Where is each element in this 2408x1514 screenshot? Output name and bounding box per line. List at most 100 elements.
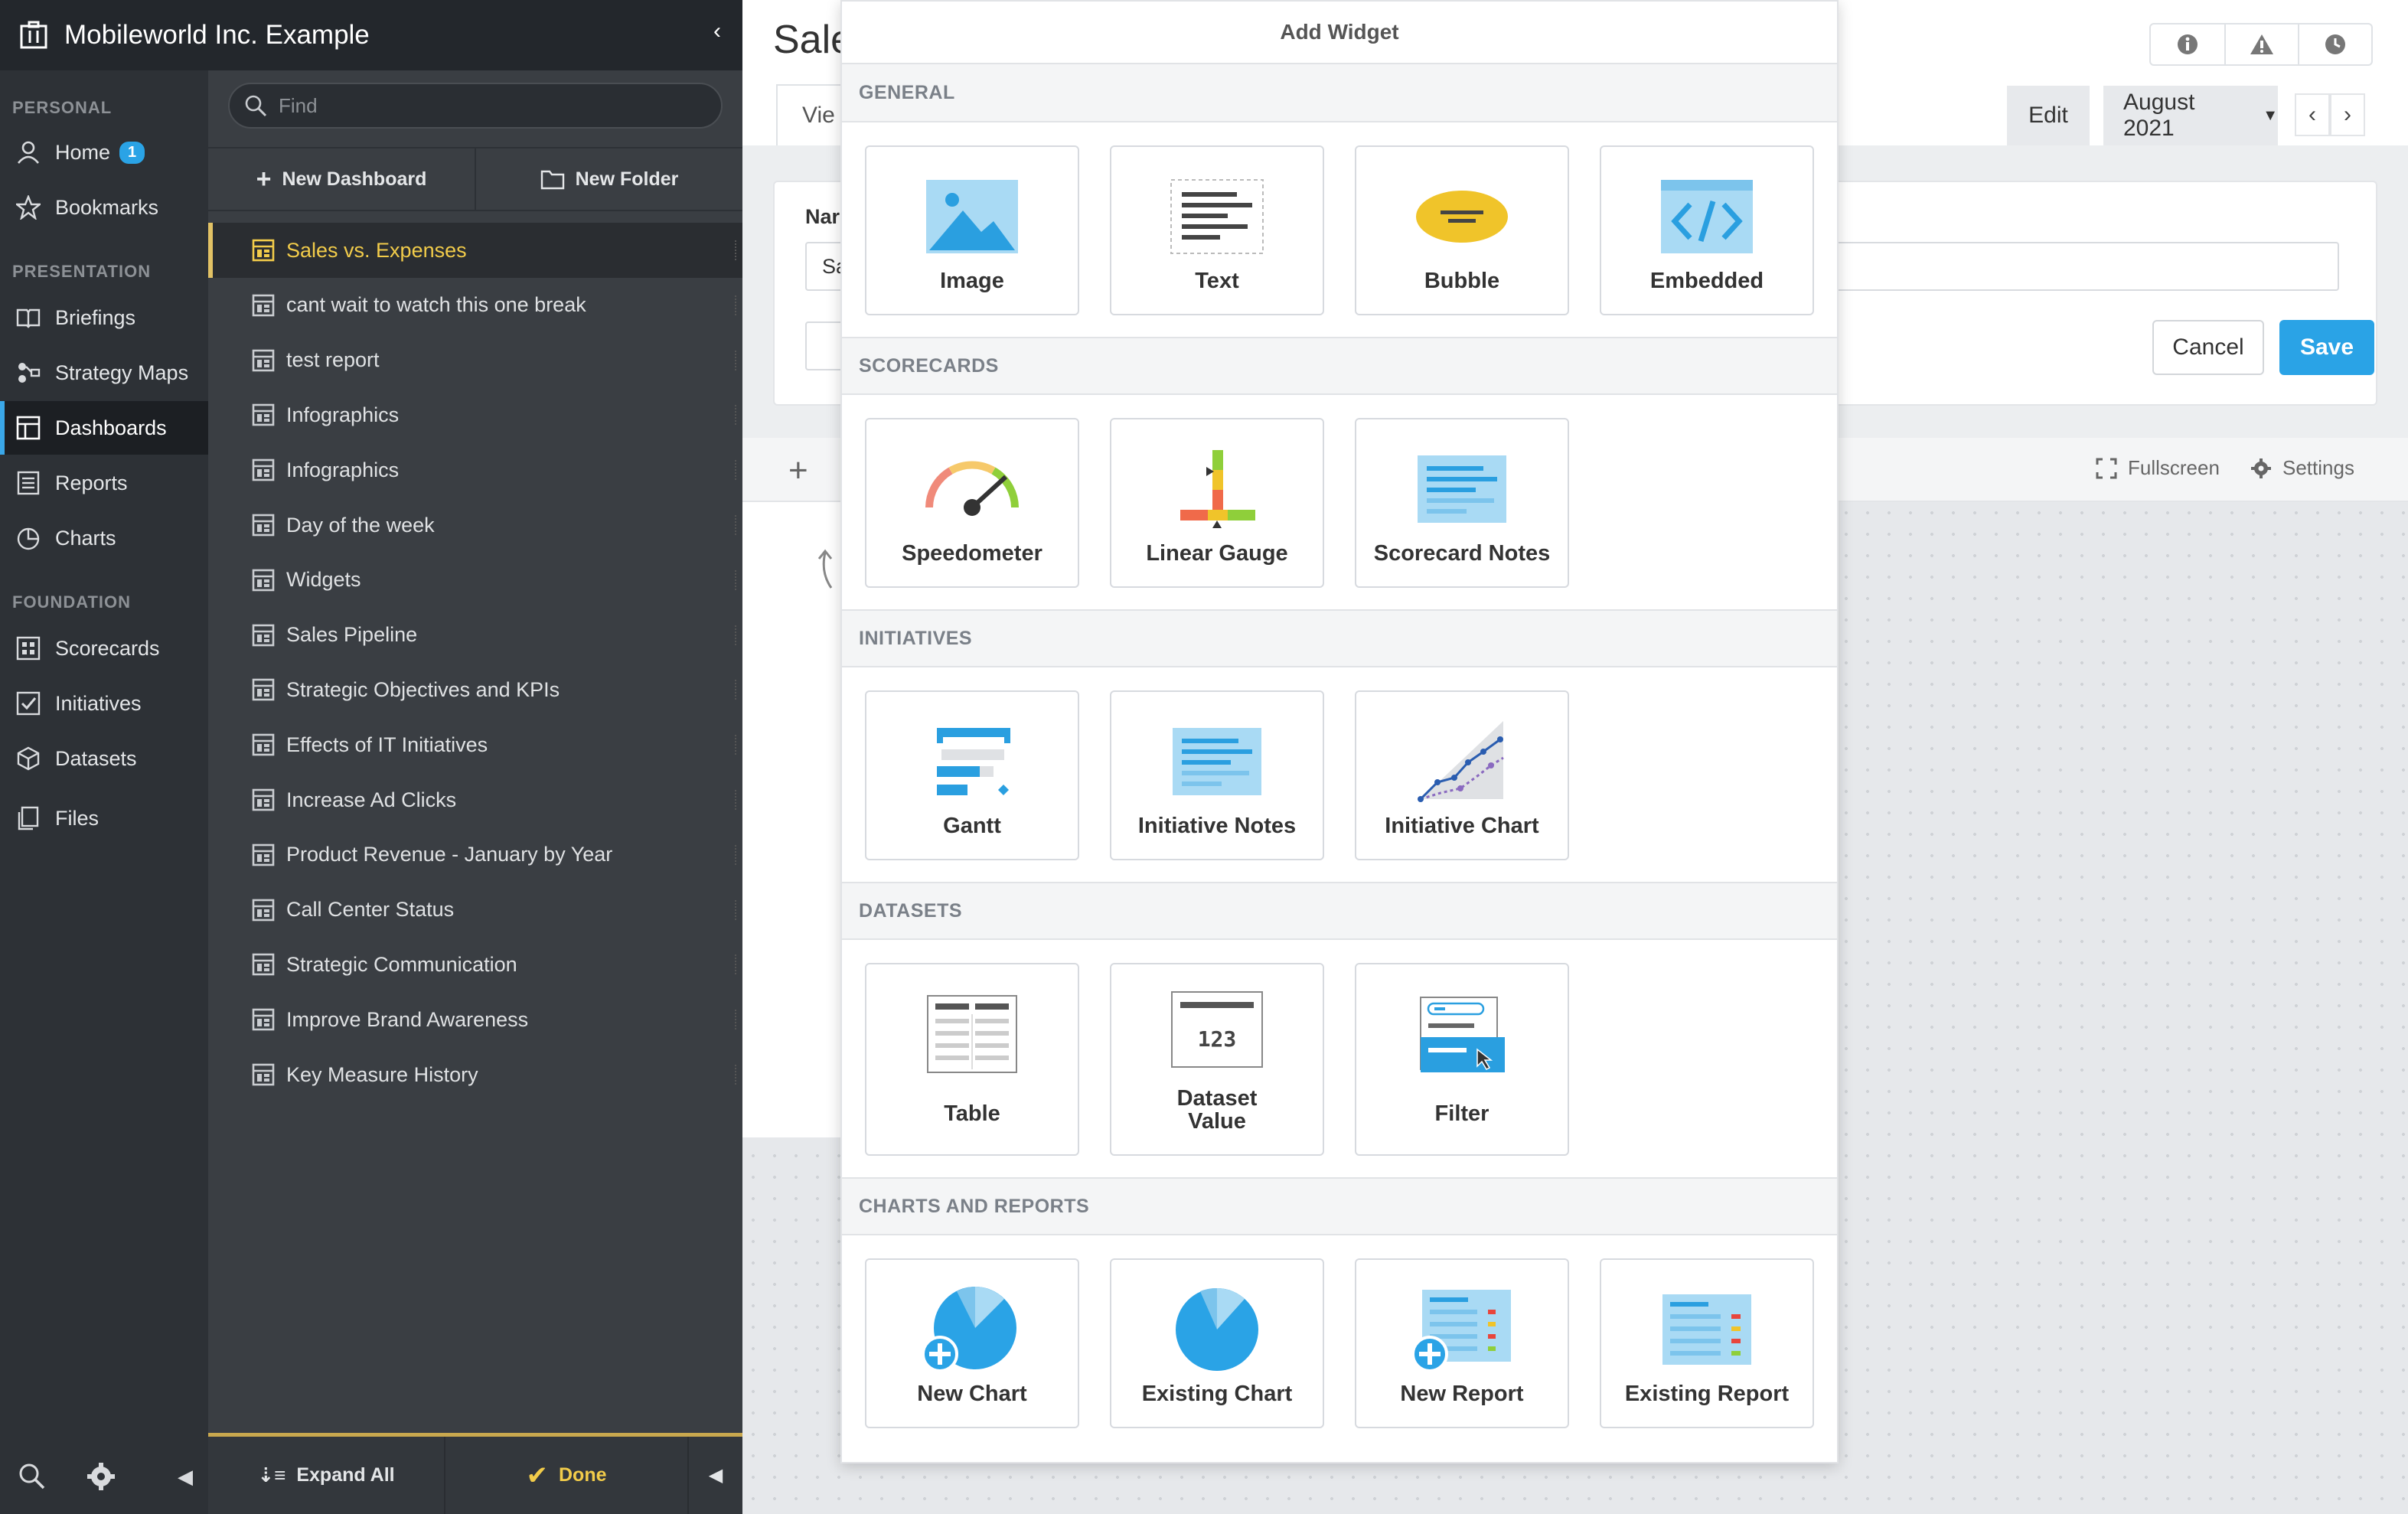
widget-tile-gantt[interactable]: Gantt [865, 690, 1079, 860]
widget-tile-embedded[interactable]: Embedded [1600, 145, 1814, 315]
fullscreen-button[interactable]: Fullscreen [2096, 456, 2220, 480]
dashboard-item[interactable]: Improve Brand Awareness [208, 992, 742, 1047]
nav-item-files[interactable]: Files [0, 791, 208, 845]
widget-tile-bubble[interactable]: Bubble [1355, 145, 1569, 315]
nav-item-initiatives[interactable]: Initiatives [0, 677, 208, 730]
drag-handle[interactable] [735, 1065, 739, 1085]
widget-tile-linear-gauge[interactable]: Linear Gauge [1110, 418, 1324, 588]
drag-handle[interactable] [735, 405, 739, 426]
widget-tile-new-report[interactable]: New Report [1355, 1258, 1569, 1428]
drag-handle[interactable] [735, 515, 739, 535]
fullscreen-icon [2096, 458, 2117, 478]
drag-handle[interactable] [735, 240, 739, 260]
dashboard-item[interactable]: Key Measure History [208, 1047, 742, 1102]
tab-edit[interactable]: Edit [2007, 86, 2090, 145]
collapse-nav-icon[interactable]: ◀ [178, 1465, 193, 1489]
widget-tile-existing-report[interactable]: Existing Report [1600, 1258, 1814, 1428]
dashboard-item[interactable]: Widgets [208, 553, 742, 608]
widget-tile-existing-chart[interactable]: Existing Chart [1110, 1258, 1324, 1428]
panel-footer: ⇣≡ Expand All ✔ Done ◀ [208, 1433, 742, 1514]
drag-handle[interactable] [735, 844, 739, 865]
drag-handle[interactable] [735, 899, 739, 920]
dashboard-item[interactable]: Strategic Objectives and KPIs [208, 662, 742, 717]
new-dashboard-button[interactable]: + New Dashboard [208, 148, 475, 210]
alert-button[interactable] [2224, 24, 2298, 64]
dashboard-item[interactable]: Effects of IT Initiatives [208, 717, 742, 772]
dashboard-item[interactable]: Infographics [208, 387, 742, 442]
dashboard-item[interactable]: Call Center Status [208, 883, 742, 938]
notes-icon [1173, 728, 1261, 795]
dashboard-item[interactable]: Sales Pipeline [208, 608, 742, 663]
done-label: Done [559, 1464, 607, 1486]
history-button[interactable] [2298, 24, 2371, 64]
bubble-icon [1416, 191, 1508, 243]
tile-label: New Report [1400, 1382, 1524, 1406]
info-button[interactable] [2151, 24, 2224, 64]
widget-tile-new-chart[interactable]: New Chart [865, 1258, 1079, 1428]
nav-item-label: Strategy Maps [55, 361, 189, 384]
cancel-button[interactable]: Cancel [2152, 320, 2264, 375]
nav-item-charts[interactable]: Charts [0, 511, 208, 565]
done-button[interactable]: ✔ Done [445, 1437, 689, 1514]
widget-tile-dataset-value[interactable]: 123 Dataset Value [1110, 963, 1324, 1156]
search-icon[interactable] [17, 1461, 47, 1492]
drag-handle[interactable] [735, 954, 739, 975]
widget-tile-initiative-notes[interactable]: Initiative Notes [1110, 690, 1324, 860]
widget-tile-table[interactable]: Table [865, 963, 1079, 1156]
dashboard-item-active[interactable]: Sales vs. Expenses [208, 223, 742, 278]
drag-handle[interactable] [735, 460, 739, 481]
previous-period-button[interactable]: ‹ [2295, 93, 2330, 136]
settings-button[interactable]: Settings [2250, 456, 2354, 480]
dashboard-item[interactable]: Day of the week [208, 498, 742, 553]
star-icon [14, 193, 43, 222]
period-select[interactable]: August 2021 ▼ [2103, 86, 2278, 145]
dashboard-item[interactable]: Strategic Communication [208, 937, 742, 992]
collapse-panel-icon[interactable]: ‹ [713, 18, 721, 44]
nav-item-label: Bookmarks [55, 195, 159, 219]
drag-handle[interactable] [735, 569, 739, 590]
widget-tile-image[interactable]: Image [865, 145, 1079, 315]
clock-icon [2325, 34, 2345, 54]
dashboard-item[interactable]: Product Revenue - January by Year [208, 827, 742, 883]
widget-tile-text[interactable]: Text [1110, 145, 1324, 315]
speedometer-icon [925, 461, 1019, 516]
drag-handle[interactable] [735, 1010, 739, 1030]
dashboard-item[interactable]: test report [208, 333, 742, 388]
dashboard-item[interactable]: Infographics [208, 442, 742, 498]
widget-tile-scorecard-notes[interactable]: Scorecard Notes [1355, 418, 1569, 588]
drag-handle[interactable] [735, 735, 739, 755]
pie-chart-icon [14, 524, 43, 553]
add-widget-plus-icon[interactable]: + [788, 452, 808, 490]
dashboard-item[interactable]: Increase Ad Clicks [208, 772, 742, 827]
nav-item-label: Initiatives [55, 691, 142, 715]
name-label: Nar [805, 205, 840, 228]
nav-item-reports[interactable]: Reports [0, 456, 208, 510]
collapse-panel-button[interactable]: ◀ [689, 1437, 742, 1514]
new-folder-button[interactable]: New Folder [475, 148, 742, 210]
widget-tile-initiative-chart[interactable]: Initiative Chart [1355, 690, 1569, 860]
dashboard-icon [252, 954, 275, 976]
drag-handle[interactable] [735, 350, 739, 370]
nav-item-briefings[interactable]: Briefings [0, 291, 208, 344]
drag-handle[interactable] [735, 295, 739, 315]
nav-item-bookmarks[interactable]: Bookmarks [0, 181, 208, 234]
nav-item-scorecards[interactable]: Scorecards [0, 622, 208, 675]
drag-handle[interactable] [735, 790, 739, 810]
section-scorecards: SCORECARDS [842, 337, 1837, 395]
drag-handle[interactable] [735, 680, 739, 700]
nav-item-strategy-maps[interactable]: Strategy Maps [0, 346, 208, 400]
dashboard-icon [252, 569, 275, 592]
drag-handle[interactable] [735, 625, 739, 645]
org-title[interactable]: Mobileworld Inc. Example [64, 20, 370, 51]
find-input[interactable] [279, 93, 707, 118]
widget-tile-speedometer[interactable]: Speedometer [865, 418, 1079, 588]
widget-tile-filter[interactable]: Filter [1355, 963, 1569, 1156]
dashboard-item[interactable]: cant wait to watch this one break [208, 278, 742, 333]
next-period-button[interactable]: › [2330, 93, 2365, 136]
gear-icon[interactable] [86, 1461, 116, 1492]
nav-item-home[interactable]: Home 1 [0, 126, 208, 179]
expand-all-button[interactable]: ⇣≡ Expand All [208, 1437, 445, 1514]
nav-item-dashboards[interactable]: Dashboards [0, 401, 208, 455]
save-button[interactable]: Save [2279, 320, 2374, 375]
nav-item-datasets[interactable]: Datasets [0, 732, 208, 785]
